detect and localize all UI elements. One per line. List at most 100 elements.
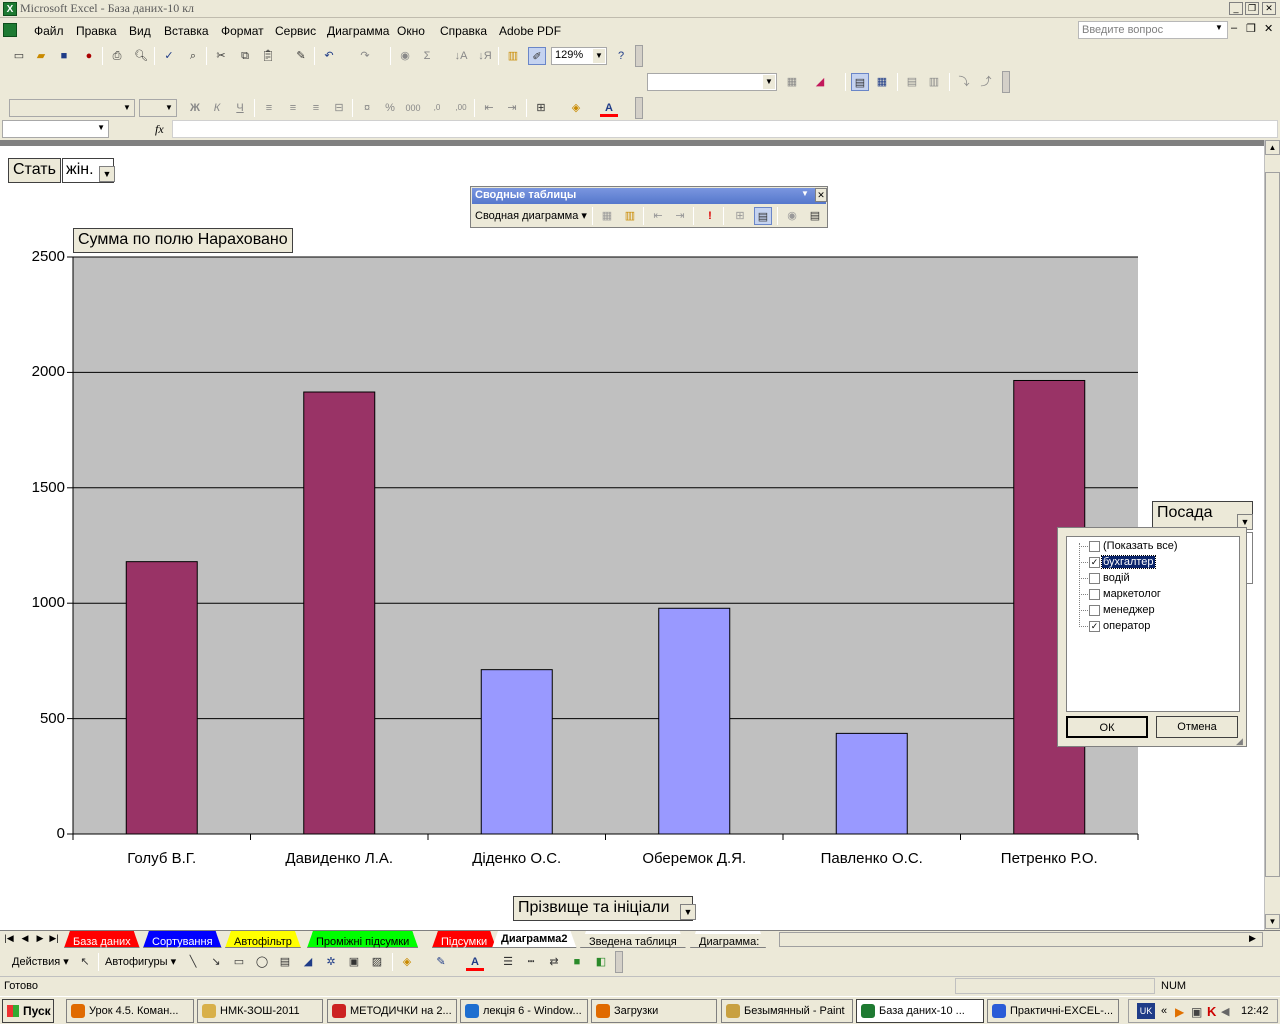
plot-area[interactable] bbox=[67, 256, 1139, 840]
bar-оператор[interactable] bbox=[658, 607, 731, 835]
first-sheet-icon[interactable]: |◀ bbox=[3, 933, 15, 944]
category-field-button[interactable]: Прізвище та ініціали bbox=[513, 896, 693, 921]
chevron-down-icon[interactable]: ▼ bbox=[121, 101, 133, 115]
sheet-tab[interactable]: Підсумки bbox=[432, 931, 496, 948]
name-box[interactable]: ▼ bbox=[2, 120, 109, 138]
undo-icon[interactable]: ↶ bbox=[320, 47, 338, 65]
bar-оператор[interactable] bbox=[480, 669, 553, 835]
sheet-tab[interactable]: Зведена таблиця bbox=[580, 931, 686, 948]
research-icon[interactable]: ⌕ bbox=[184, 47, 202, 65]
percent-icon[interactable]: % bbox=[381, 99, 399, 117]
clip-art-icon[interactable]: ▣ bbox=[345, 953, 363, 971]
increase-indent-icon[interactable]: ⇥ bbox=[503, 99, 521, 117]
horizontal-scrollbar[interactable] bbox=[779, 932, 1263, 947]
sheet-tab[interactable]: Автофільтр bbox=[225, 931, 301, 948]
taskbar-item[interactable]: Урок 4.5. Коман... bbox=[66, 999, 194, 1023]
filter-item[interactable]: водій bbox=[1067, 571, 1237, 586]
taskbar-item[interactable]: Практичні-EXCEL-... bbox=[987, 999, 1119, 1023]
sheet-tab[interactable]: Диаграмма: bbox=[690, 931, 766, 948]
menu-help[interactable]: Справка bbox=[440, 24, 487, 38]
menu-window[interactable]: Окно bbox=[397, 24, 425, 38]
oval-icon[interactable]: ◯ bbox=[253, 953, 271, 971]
sort-descending-icon[interactable]: ↓Я bbox=[476, 47, 494, 65]
select-objects-icon[interactable]: ↖ bbox=[76, 953, 94, 971]
excel-app-icon[interactable]: X bbox=[3, 2, 17, 16]
document-icon[interactable] bbox=[3, 23, 17, 37]
pivot-chart-menu[interactable]: Сводная диаграмма ▾ bbox=[475, 209, 587, 222]
filter-item[interactable]: менеджер bbox=[1067, 603, 1237, 618]
show-detail-icon[interactable]: ⇥ bbox=[671, 207, 689, 225]
sheet-tab[interactable]: Диаграмма2 bbox=[492, 931, 577, 948]
filter-item[interactable]: (Показать все) bbox=[1067, 539, 1237, 554]
3d-style-icon[interactable]: ◧ bbox=[592, 953, 610, 971]
refresh-data-icon[interactable]: ! bbox=[701, 207, 719, 225]
angle-text-down-icon[interactable]: ⤵ bbox=[955, 73, 973, 91]
underline-icon[interactable]: Ч bbox=[231, 99, 249, 117]
filter-item[interactable]: маркетолог bbox=[1067, 587, 1237, 602]
close-icon[interactable]: ✕ bbox=[815, 188, 827, 202]
print-icon[interactable]: ⎙ bbox=[108, 47, 126, 65]
dash-style-icon[interactable]: ┅ bbox=[522, 953, 540, 971]
font-color-icon[interactable]: A bbox=[600, 99, 618, 117]
legend-icon[interactable]: ▤ bbox=[851, 73, 869, 91]
start-button[interactable]: Пуск bbox=[2, 999, 54, 1023]
decrease-indent-icon[interactable]: ⇤ bbox=[480, 99, 498, 117]
doc-restore-button[interactable]: ❐ bbox=[1246, 22, 1256, 35]
taskbar-item[interactable]: База даних-10 ... bbox=[856, 999, 984, 1023]
category-field-dropdown-icon[interactable]: ▼ bbox=[680, 904, 696, 920]
by-row-icon[interactable]: ▤ bbox=[903, 73, 921, 91]
arrow-style-icon[interactable]: ⇄ bbox=[545, 953, 563, 971]
network-icon[interactable]: ▣ bbox=[1191, 1005, 1202, 1019]
doc-minimize-button[interactable]: – bbox=[1231, 22, 1237, 34]
merge-center-icon[interactable]: ⊟ bbox=[330, 99, 348, 117]
chevron-down-icon[interactable]: ▼ bbox=[763, 75, 775, 89]
decrease-decimal-icon[interactable]: ,00 bbox=[452, 99, 470, 117]
autoshapes-menu[interactable]: Автофигуры ▾ bbox=[105, 955, 176, 968]
ask-question-input[interactable]: Введите вопрос bbox=[1078, 21, 1228, 39]
save-icon[interactable]: ■ bbox=[55, 47, 73, 65]
taskbar-item[interactable]: лекція 6 - Window... bbox=[460, 999, 588, 1023]
chart-objects-combo[interactable]: ▼ bbox=[647, 73, 777, 91]
scroll-right-icon[interactable]: ▶ bbox=[1249, 933, 1256, 944]
language-indicator[interactable]: UK bbox=[1137, 1003, 1155, 1019]
checkbox-icon[interactable] bbox=[1089, 573, 1100, 584]
bar-бухгалтер[interactable] bbox=[303, 391, 376, 835]
filter-item-list[interactable]: (Показать все) ✓ бухгалтер водій маркетолог м… bbox=[1066, 536, 1240, 712]
last-sheet-icon[interactable]: ▶| bbox=[48, 933, 60, 944]
checkbox-checked-icon[interactable]: ✓ bbox=[1089, 557, 1100, 568]
italic-icon[interactable]: К bbox=[208, 99, 226, 117]
taskbar-item[interactable]: Загрузки bbox=[591, 999, 717, 1023]
field-list-icon[interactable]: ▤ bbox=[806, 207, 824, 225]
page-field-dropdown-icon[interactable]: ▼ bbox=[99, 166, 115, 182]
line-icon[interactable]: ╲ bbox=[184, 953, 202, 971]
arrow-icon[interactable]: ↘ bbox=[207, 953, 225, 971]
redo-icon[interactable]: ↷ bbox=[356, 47, 374, 65]
pivot-chart-icon[interactable]: ▥ bbox=[621, 207, 639, 225]
chart-type-icon[interactable]: ◢ bbox=[811, 73, 829, 91]
ask-dropdown-icon[interactable]: ▼ bbox=[1215, 23, 1223, 32]
scroll-up-icon[interactable]: ▲ bbox=[1265, 140, 1280, 155]
tray-expand-icon[interactable]: « bbox=[1161, 1005, 1167, 1017]
format-painter-icon[interactable]: ✎ bbox=[292, 47, 310, 65]
wordart-icon[interactable]: ◢ bbox=[299, 953, 317, 971]
toolbar-options-icon[interactable] bbox=[635, 97, 643, 119]
hyperlink-icon[interactable]: ◉ bbox=[396, 47, 414, 65]
toolbar-options-icon[interactable] bbox=[635, 45, 643, 67]
checkbox-icon[interactable] bbox=[1089, 541, 1100, 552]
increase-decimal-icon[interactable]: ,0 bbox=[428, 99, 446, 117]
menu-edit[interactable]: Правка bbox=[76, 24, 117, 38]
toolbar-options-icon[interactable]: ▼ bbox=[801, 189, 809, 198]
zoom-combo[interactable]: 129% ▼ bbox=[551, 47, 607, 65]
data-field-button[interactable]: Сумма по полю Нараховано bbox=[73, 228, 293, 253]
font-color-icon[interactable]: A bbox=[466, 953, 484, 971]
taskbar-item[interactable]: Безымянный - Paint bbox=[721, 999, 853, 1023]
checkbox-checked-icon[interactable]: ✓ bbox=[1089, 621, 1100, 632]
menu-adobe-pdf[interactable]: Adobe PDF bbox=[499, 24, 561, 38]
line-style-icon[interactable]: ☰ bbox=[499, 953, 517, 971]
page-field-stat[interactable]: Стать bbox=[8, 158, 61, 183]
fill-color-icon[interactable]: ◈ bbox=[567, 99, 585, 117]
format-chart-object-icon[interactable]: ▦ bbox=[783, 73, 801, 91]
filter-item[interactable]: ✓ оператор bbox=[1067, 619, 1237, 634]
next-sheet-icon[interactable]: ▶ bbox=[34, 933, 46, 944]
sheet-tab[interactable]: Сортування bbox=[143, 931, 222, 948]
